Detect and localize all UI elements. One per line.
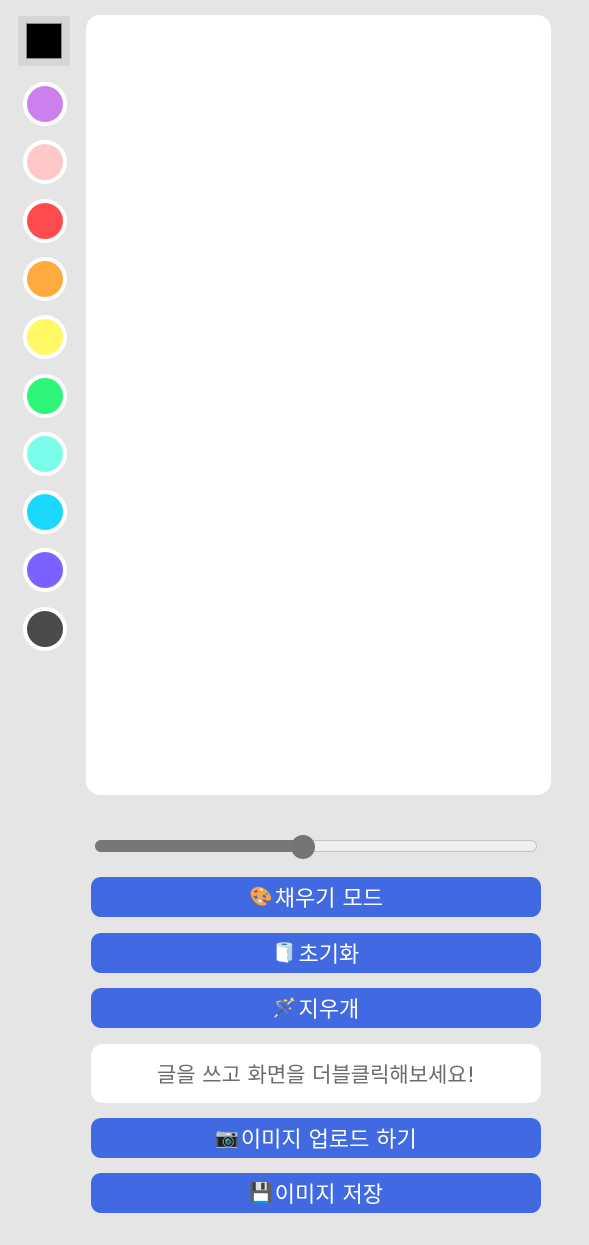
tissue-roll-icon: 🧻 <box>272 941 297 964</box>
reset-label: 초기화 <box>298 943 360 968</box>
eraser-button[interactable]: 🪄 지우개 <box>91 988 541 1028</box>
color-option[interactable] <box>23 373 67 418</box>
color-option[interactable] <box>23 606 67 651</box>
text-input[interactable]: 글을 쓰고 화면을 더블클릭해보세요! <box>91 1044 541 1103</box>
drawing-canvas[interactable] <box>86 15 551 795</box>
camera-icon: 📷 <box>215 1126 239 1149</box>
color-option[interactable] <box>23 315 67 360</box>
eraser-label: 지우개 <box>298 998 360 1023</box>
color-option[interactable] <box>23 140 67 185</box>
slider-fill <box>95 840 303 852</box>
color-option[interactable] <box>23 256 67 301</box>
color-picker[interactable] <box>18 16 70 66</box>
save-image-label: 이미지 저장 <box>274 1183 383 1208</box>
upload-image-button[interactable]: 📷 이미지 업로드 하기 <box>91 1118 541 1158</box>
color-option[interactable] <box>23 548 67 593</box>
palette-icon: 🎨 <box>249 885 273 908</box>
color-option[interactable] <box>23 82 67 126</box>
color-option[interactable] <box>23 431 67 476</box>
magic-wand-icon: 🪄 <box>272 996 297 1019</box>
floppy-disk-icon: 💾 <box>249 1181 273 1204</box>
text-input-placeholder: 글을 쓰고 화면을 더블클릭해보세요! <box>156 1062 476 1087</box>
slider-thumb[interactable] <box>290 835 315 859</box>
save-image-button[interactable]: 💾 이미지 저장 <box>91 1173 541 1213</box>
line-width-slider[interactable] <box>91 834 541 860</box>
fill-mode-button[interactable]: 🎨 채우기 모드 <box>91 877 541 917</box>
color-palette <box>0 0 90 700</box>
upload-image-label: 이미지 업로드 하기 <box>240 1128 417 1153</box>
fill-mode-label: 채우기 모드 <box>274 887 383 912</box>
color-picker-swatch[interactable] <box>26 23 62 59</box>
reset-button[interactable]: 🧻 초기화 <box>91 933 541 973</box>
color-option[interactable] <box>23 198 67 243</box>
color-option[interactable] <box>23 490 67 535</box>
